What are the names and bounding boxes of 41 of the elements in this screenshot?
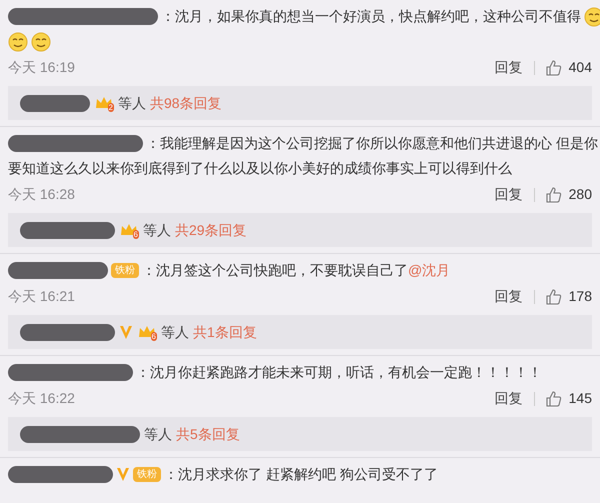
- like-count: 145: [568, 389, 592, 408]
- thumbs-up-icon[interactable]: [546, 288, 562, 304]
- reply-button[interactable]: 回复: [494, 57, 523, 78]
- smile-emoji-icon: [31, 32, 51, 52]
- timestamp: 今天 16:21: [8, 287, 75, 306]
- reply-button[interactable]: 回复: [494, 184, 523, 205]
- like-count: 178: [568, 287, 592, 306]
- smile-emoji-icon: [8, 32, 28, 52]
- comment-text: 要知道这么久以来你到底得到了什么以及以你小美好的成绩你事实上可以得到什么: [8, 159, 512, 178]
- timestamp: 今天 16:19: [8, 58, 75, 77]
- thumbs-up-icon[interactable]: [546, 186, 562, 202]
- timestamp: 今天 16:28: [8, 185, 75, 204]
- verified-icon: [116, 467, 130, 482]
- others-label: 等人: [143, 220, 171, 240]
- redacted-name: [20, 94, 90, 112]
- like-count: 404: [568, 58, 592, 77]
- others-label: 等人: [144, 424, 172, 444]
- reply-thread-panel[interactable]: 6 等人 共1条回复: [8, 315, 592, 349]
- comment-text: ：沈月你赶紧跑路才能未来可期，听话，有机会一定跑！！！！！: [136, 363, 542, 382]
- reply-thread-panel[interactable]: 等人 共5条回复: [8, 417, 592, 451]
- smile-emoji-icon: [584, 6, 600, 26]
- reply-thread-panel[interactable]: 2 等人 共98条回复: [8, 86, 592, 120]
- crown-badge: 2: [94, 94, 114, 112]
- reply-button[interactable]: 回复: [494, 286, 523, 307]
- comment-text: ：沈月求求你了 赶紧解约吧 狗公司受不了了: [164, 465, 438, 484]
- others-label: 等人: [118, 94, 146, 112]
- reply-thread-panel[interactable]: 6 等人 共29条回复: [8, 213, 592, 247]
- verified-icon: [119, 324, 133, 340]
- like-count: 280: [568, 185, 592, 204]
- thumbs-up-icon[interactable]: [546, 60, 562, 76]
- timestamp: 今天 16:22: [8, 389, 75, 408]
- thumbs-up-icon[interactable]: [546, 390, 562, 406]
- crown-badge: 6: [119, 221, 139, 239]
- fan-badge: 铁粉: [111, 263, 139, 278]
- crown-badge: 6: [137, 323, 157, 341]
- comment-text: ：沈月，如果你真的想当一个好演员，快点解约吧，这种公司不值得: [161, 7, 581, 26]
- comment-text: ：我能理解是因为这个公司挖掘了你所以你愿意和他们共进退的心 但是你: [146, 134, 598, 153]
- reply-button[interactable]: 回复: [494, 388, 523, 409]
- fan-badge: 铁粉: [133, 467, 161, 482]
- comment-text: ：沈月签这个公司快跑吧，不要耽误自己了: [142, 261, 408, 280]
- others-label: 等人: [161, 322, 189, 342]
